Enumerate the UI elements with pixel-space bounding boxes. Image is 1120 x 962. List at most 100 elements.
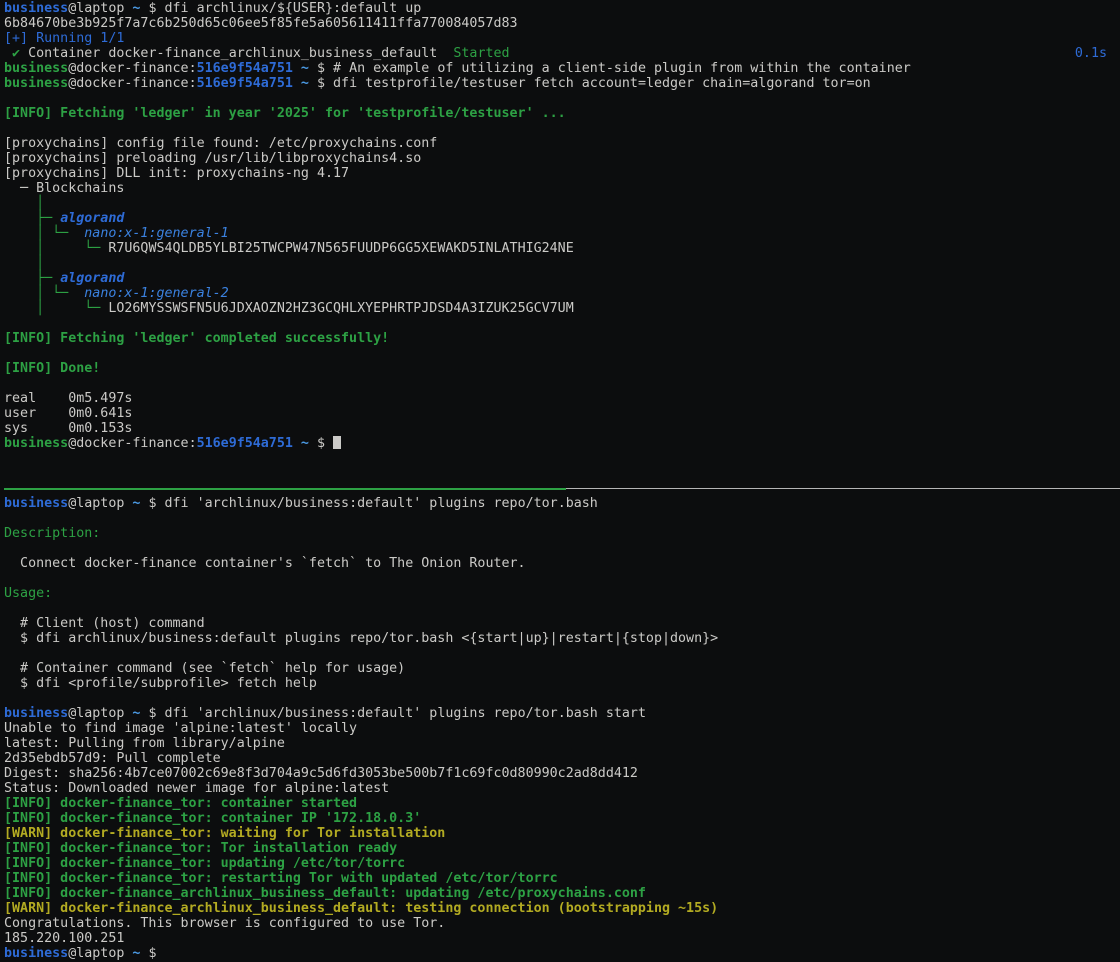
- prompt-host: @docker-finance:: [68, 76, 196, 91]
- terminal-line: [4, 691, 1120, 706]
- info-message: [INFO] docker-finance_archlinux_business…: [4, 886, 646, 901]
- prompt-path: ~: [301, 61, 309, 76]
- text-segment: [293, 436, 301, 451]
- text-segment: $: [309, 436, 333, 451]
- tree-branch: ├─: [36, 271, 60, 286]
- terminal-line: [INFO] Fetching 'ledger' in year '2025' …: [4, 106, 1120, 121]
- subprofile-name: nano:x-1:general-1: [84, 226, 228, 241]
- address-value: R7U6QWS4QLDB5YLBI25TWCPW47N565FUUDP6GG5X…: [108, 241, 573, 256]
- info-message: [INFO] docker-finance_tor: restarting To…: [4, 871, 558, 886]
- usage-comment: # Container command (see `fetch` help fo…: [4, 661, 405, 676]
- terminal-line: business@laptop ~ $ dfi 'archlinux/busin…: [4, 706, 1120, 721]
- terminal-line: [4, 646, 1120, 661]
- section-heading: Usage:: [4, 586, 52, 601]
- warn-message: [WARN] docker-finance_archlinux_business…: [4, 901, 718, 916]
- prompt-host: @docker-finance:: [68, 436, 196, 451]
- prompt-user: business: [4, 61, 68, 76]
- text-segment: [4, 256, 36, 271]
- tree-branch: │: [36, 196, 44, 211]
- usage-comment: # Client (host) command: [4, 616, 205, 631]
- docker-output: latest: Pulling from library/alpine: [4, 736, 285, 751]
- usage-command: $ dfi archlinux/business:default plugins…: [4, 631, 718, 646]
- terminal-line: latest: Pulling from library/alpine: [4, 736, 1120, 751]
- text-segment: [293, 76, 301, 91]
- text-segment: [4, 301, 36, 316]
- terminal-line: Digest: sha256:4b7ce07002c69e8f3d704a9c5…: [4, 766, 1120, 781]
- terminal-line: $ dfi archlinux/business:default plugins…: [4, 631, 1120, 646]
- prompt-user: business: [4, 946, 68, 961]
- terminal-line: Description:: [4, 526, 1120, 541]
- prompt-user: business: [4, 436, 68, 451]
- terminal-line: ├─ algorand: [4, 211, 1120, 226]
- blockchain-name: algorand: [60, 211, 124, 226]
- proxychains-message: [proxychains] DLL init: proxychains-ng 4…: [4, 166, 349, 181]
- text-cursor: [333, 436, 341, 449]
- terminal-line: business@docker-finance:516e9f54a751 ~ $: [4, 436, 1120, 451]
- prompt-path: ~: [301, 436, 309, 451]
- prompt-symbol: $: [140, 946, 156, 961]
- terminal-line: [INFO] Fetching 'ledger' completed succe…: [4, 331, 1120, 346]
- terminal-line: business@laptop ~ $: [4, 946, 1120, 961]
- terminal-line: Connect docker-finance container's `fetc…: [4, 556, 1120, 571]
- terminal-line: [proxychains] DLL init: proxychains-ng 4…: [4, 166, 1120, 181]
- terminal-line: [INFO] docker-finance_archlinux_business…: [4, 886, 1120, 901]
- info-message: [INFO] docker-finance_tor: container sta…: [4, 796, 357, 811]
- text-segment: [4, 226, 36, 241]
- info-message: [INFO] docker-finance_tor: container IP …: [4, 811, 421, 826]
- terminal-line: [4, 466, 1120, 481]
- terminal-line: business@laptop ~ $ dfi 'archlinux/busin…: [4, 496, 1120, 511]
- tree-branch: ├─: [36, 211, 60, 226]
- tree-branch: │: [36, 256, 44, 271]
- terminal-line: [4, 316, 1120, 331]
- terminal-line: [4, 121, 1120, 136]
- text-segment: [4, 46, 12, 61]
- container-id: 516e9f54a751: [197, 61, 293, 76]
- terminal-line: Status: Downloaded newer image for alpin…: [4, 781, 1120, 796]
- command-text: $ # An example of utilizing a client-sid…: [309, 61, 911, 76]
- text-segment: [293, 61, 301, 76]
- terminal-line: real 0m5.497s: [4, 391, 1120, 406]
- prompt-host: @laptop: [68, 706, 132, 721]
- section-heading: Description:: [4, 526, 100, 541]
- terminal-line: 185.220.100.251: [4, 931, 1120, 946]
- container-hash: 6b84670be3b925f7a7c6b250d65c06ee5f85fe5a…: [4, 16, 518, 31]
- prompt-user: business: [4, 1, 68, 16]
- terminal-line: [4, 541, 1120, 556]
- terminal-line: business@laptop ~ $ dfi archlinux/${USER…: [4, 1, 1120, 16]
- terminal-line: [proxychains] config file found: /etc/pr…: [4, 136, 1120, 151]
- terminal-line: business@docker-finance:516e9f54a751 ~ $…: [4, 61, 1120, 76]
- compose-status: [+] Running 1/1: [4, 31, 124, 46]
- docker-output: Digest: sha256:4b7ce07002c69e8f3d704a9c5…: [4, 766, 638, 781]
- terminal-line: [4, 511, 1120, 526]
- proxychains-message: [proxychains] config file found: /etc/pr…: [4, 136, 437, 151]
- prompt-host: @docker-finance:: [68, 61, 196, 76]
- text-segment: [4, 211, 36, 226]
- command-text: $ dfi 'archlinux/business:default' plugi…: [140, 706, 646, 721]
- terminal-line: [INFO] docker-finance_tor: restarting To…: [4, 871, 1120, 886]
- terminal-line: │ └─ R7U6QWS4QLDB5YLBI25TWCPW47N565FUUDP…: [4, 241, 1120, 256]
- tree-branch: │ └─: [36, 301, 108, 316]
- tree-branch: │ └─: [36, 226, 84, 241]
- docker-output: 2d35ebdb57d9: Pull complete: [4, 751, 221, 766]
- container-id: 516e9f54a751: [197, 76, 293, 91]
- terminal-line: [proxychains] preloading /usr/lib/libpro…: [4, 151, 1120, 166]
- terminal-line: ─ Blockchains: [4, 181, 1120, 196]
- terminal-line: [WARN] docker-finance_archlinux_business…: [4, 901, 1120, 916]
- terminal-line: [INFO] Done!: [4, 361, 1120, 376]
- description-text: Connect docker-finance container's `fetc…: [4, 556, 526, 571]
- text-segment: [4, 196, 36, 211]
- terminal-line: │ └─ LO26MYSSWSFN5U6JDXAOZN2HZ3GCQHLXYEP…: [4, 301, 1120, 316]
- tree-branch: │ └─: [36, 241, 108, 256]
- terminal-line: [4, 601, 1120, 616]
- terminal-screen[interactable]: business@laptop ~ $ dfi archlinux/${USER…: [0, 0, 1120, 962]
- docker-output: Unable to find image 'alpine:latest' loc…: [4, 721, 357, 736]
- terminal-line: $ dfi <profile/subprofile> fetch help: [4, 676, 1120, 691]
- check-icon: ✔: [12, 46, 20, 61]
- info-message: [INFO] Fetching 'ledger' completed succe…: [4, 331, 389, 346]
- time-sys: sys 0m0.153s: [4, 421, 132, 436]
- terminal-line: ✔ Container docker-finance_archlinux_bus…: [4, 46, 1120, 61]
- tree-root-label: ─ Blockchains: [4, 181, 124, 196]
- session-divider: [4, 481, 1120, 496]
- terminal-line: │: [4, 256, 1120, 271]
- divider-green-segment: [4, 488, 566, 490]
